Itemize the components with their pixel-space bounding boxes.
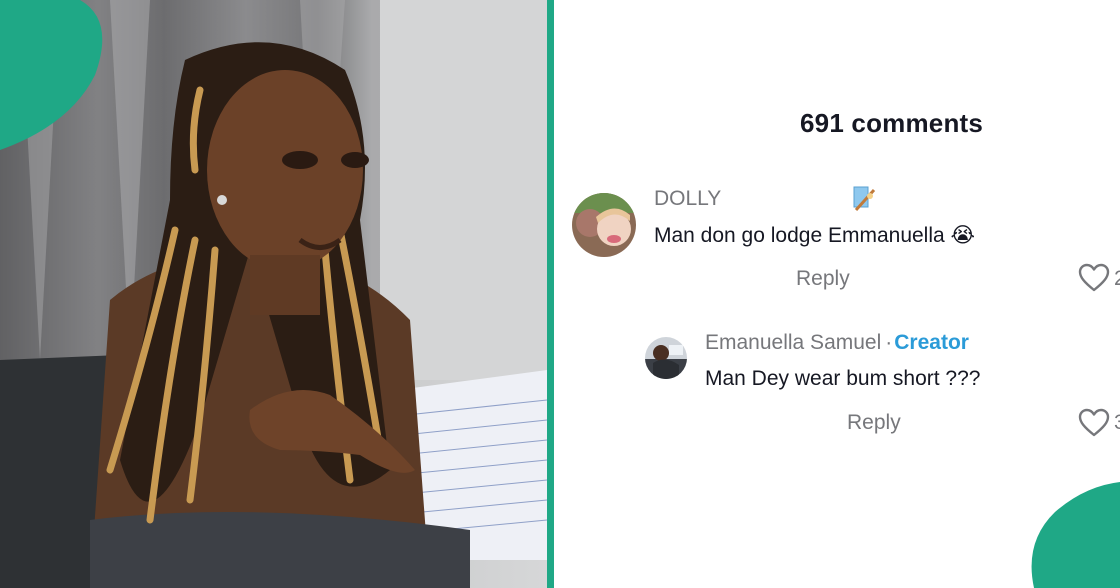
video-photo-panel (0, 0, 547, 588)
decorative-blob (0, 0, 103, 150)
reply-username-line: Emanuella Samuel ·Creator (705, 331, 969, 355)
creator-username[interactable]: Emanuella Samuel (705, 331, 881, 354)
comments-panel: 691 comments DOLLY Man don go lodge Emma… (554, 0, 1120, 588)
comments-count: 691 comments (800, 108, 984, 138)
creator-badge: Creator (894, 331, 969, 354)
comment-username[interactable]: DOLLY (654, 187, 721, 211)
panel-divider (547, 0, 554, 588)
reply-button[interactable]: Reply (847, 411, 901, 435)
reply-button[interactable]: Reply (796, 267, 850, 291)
separator-dot: · (885, 331, 893, 354)
avatar[interactable] (572, 193, 636, 257)
flag-sticker-icon (853, 186, 876, 212)
comment-text: Man don go lodge Emmanuella 😭 (654, 224, 976, 247)
creator-avatar[interactable] (645, 337, 687, 379)
decorative-blob (1031, 482, 1120, 588)
reply-text: Man Dey wear bum short ??? (705, 367, 981, 390)
heart-outline-icon[interactable] (1078, 263, 1110, 293)
like-count: 3 (1114, 411, 1120, 434)
heart-outline-icon[interactable] (1078, 408, 1110, 438)
like-count: 2 (1114, 267, 1120, 290)
